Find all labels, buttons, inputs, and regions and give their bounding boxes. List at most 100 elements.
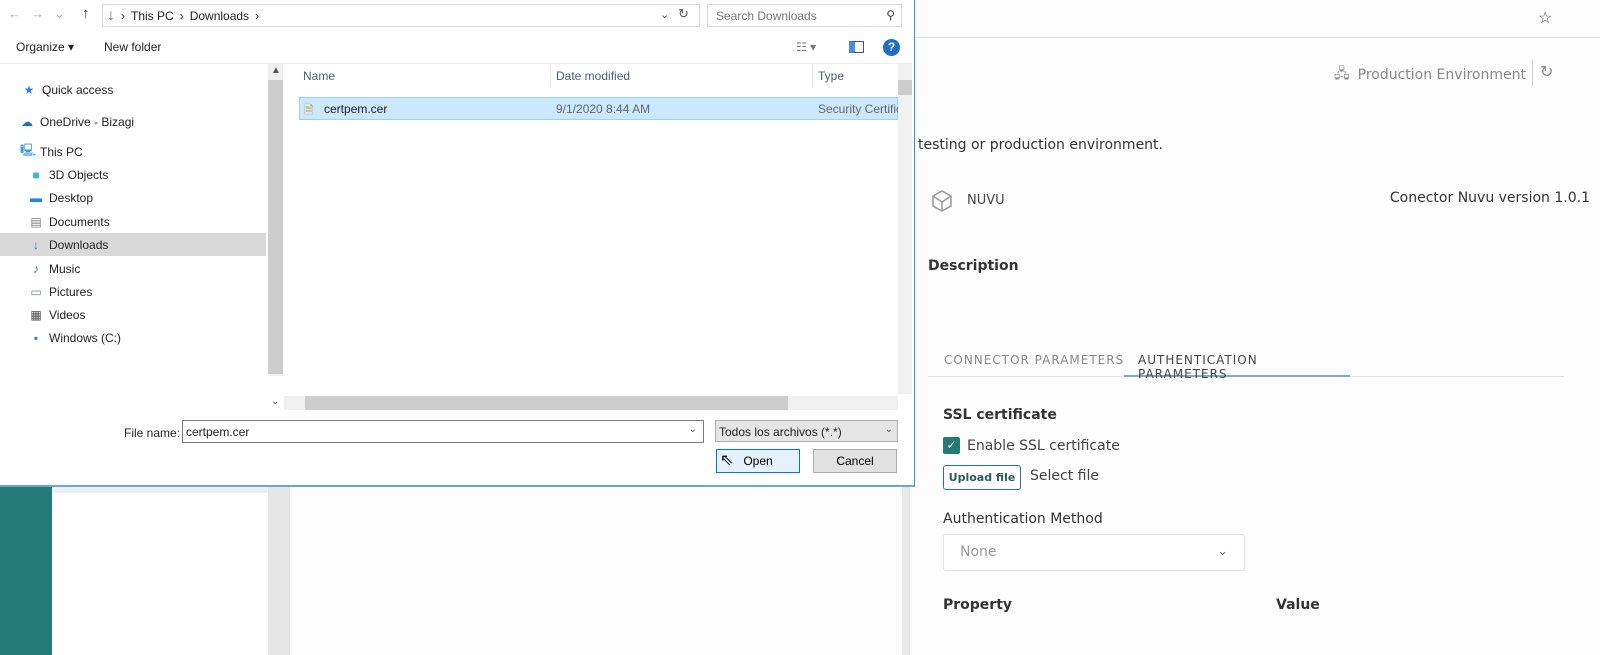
nav-label: Quick access	[42, 82, 114, 97]
nav-label: This PC	[40, 144, 83, 159]
star-icon: ★	[23, 82, 35, 97]
connector-logo-icon	[930, 189, 954, 216]
nav-pictures[interactable]: ▭ Pictures	[0, 280, 266, 303]
search-icon: ⚲	[886, 8, 895, 22]
help-icon[interactable]: ?	[883, 39, 900, 56]
vscrollbar-thumb[interactable]	[898, 80, 912, 95]
upload-file-button[interactable]: Upload file	[943, 465, 1021, 490]
video-icon: ▦	[30, 307, 42, 322]
column-name[interactable]: Name	[298, 69, 335, 83]
download-icon: ↓	[107, 6, 115, 24]
search-placeholder: Search Downloads	[716, 9, 817, 23]
app-sidebar	[0, 487, 52, 655]
chevron-down-icon: ⌄	[884, 424, 893, 435]
cancel-button[interactable]: Cancel	[813, 449, 897, 473]
header-divider	[910, 37, 1600, 38]
environment-indicator[interactable]: 🖧 Production Environment	[1334, 63, 1526, 87]
new-folder-button[interactable]: New folder	[104, 40, 161, 54]
auth-method-value: None	[960, 544, 997, 560]
nav-music[interactable]: ♪ Music	[0, 257, 266, 280]
column-date-modified[interactable]: Date modified	[551, 69, 630, 83]
nav-label: Documents	[49, 214, 110, 229]
file-row[interactable]: 🗎 certpem.cer 9/1/2020 8:44 AM Security …	[299, 97, 902, 120]
hscrollbar-thumb[interactable]	[305, 396, 788, 410]
breadcrumb-downloads[interactable]: Downloads	[190, 9, 249, 23]
file-name-input[interactable]: certpem.cer ⌄	[182, 420, 704, 443]
tab-connector-parameters[interactable]: CONNECTOR PARAMETERS	[944, 353, 1124, 367]
file-type-select[interactable]: Todos los archivos (*.*) ⌄	[715, 420, 898, 442]
up-arrow-icon[interactable]: ↑	[82, 5, 90, 22]
file-date: 9/1/2020 8:44 AM	[556, 102, 651, 116]
environment-label: Production Environment	[1357, 67, 1526, 83]
back-forward-buttons[interactable]: ←→⌄	[8, 6, 75, 22]
music-icon: ♪	[33, 261, 39, 276]
organize-button[interactable]: Organize ▾	[16, 40, 74, 54]
file-list-header: Name Date modified Type	[298, 64, 898, 88]
column-type[interactable]: Type	[813, 69, 844, 83]
selected-file-text: Select file	[1030, 468, 1099, 484]
chevron-right-icon: ›	[179, 8, 184, 23]
chevron-right-icon: ›	[121, 8, 125, 23]
property-header: Property	[943, 597, 1013, 613]
nav-3d-objects[interactable]: ■ 3D Objects	[0, 163, 266, 186]
chevron-right-icon: ›	[255, 8, 260, 23]
nav-desktop[interactable]: ▬ Desktop	[0, 186, 266, 209]
enable-ssl-checkbox[interactable]: ✓	[943, 437, 960, 454]
search-input[interactable]: Search Downloads ⚲	[707, 4, 902, 27]
value-header: Value	[1276, 597, 1320, 613]
nav-label: Desktop	[49, 190, 94, 205]
chevron-down-icon: ⌄	[1217, 543, 1228, 558]
nav-label: Windows (C:)	[49, 330, 122, 345]
ssl-heading: SSL certificate	[943, 407, 1057, 423]
nav-quick-access[interactable]: ★ Quick access	[0, 78, 266, 101]
auth-method-select[interactable]: None ⌄	[943, 534, 1245, 571]
nav-label: OneDrive - Bizagi	[40, 114, 135, 129]
app-left-scrollbar[interactable]	[268, 487, 290, 655]
nav-label: Pictures	[49, 284, 93, 299]
computer-icon: 🖳	[20, 143, 37, 157]
connector-version: Conector Nuvu version 1.0.1	[1389, 190, 1590, 206]
refresh-icon[interactable]: ↻	[678, 6, 689, 22]
file-type-value: Todos los archivos (*.*)	[719, 425, 842, 439]
star-icon[interactable]: ☆	[1538, 8, 1552, 28]
nav-this-pc[interactable]: 🖳 This PC	[0, 140, 266, 163]
refresh-icon[interactable]: ↻	[1540, 62, 1553, 82]
preview-pane-icon[interactable]	[849, 41, 864, 53]
divider	[1532, 60, 1533, 86]
breadcrumb-this-pc[interactable]: This PC	[131, 9, 174, 23]
file-name-label: File name:	[124, 426, 181, 440]
navigation-pane: ★ Quick access ☁ OneDrive - Bizagi 🖳 This P…	[0, 64, 266, 394]
desktop-icon: ▬	[30, 190, 42, 205]
enable-ssl-label[interactable]: Enable SSL certificate	[967, 438, 1120, 454]
drive-icon: ▪	[33, 330, 39, 345]
cube-icon: ■	[32, 167, 40, 182]
file-name: certpem.cer	[324, 102, 388, 116]
address-bar[interactable]: ↓ › This PC › Downloads ›	[102, 4, 700, 27]
file-type: Security Certific	[818, 102, 903, 116]
nav-windows-c[interactable]: ▪ Windows (C:)	[0, 326, 266, 349]
open-file-dialog: ←→⌄ ↑ ↓ › This PC › Downloads › ⌄ ↻ Sear…	[0, 0, 915, 487]
certificate-icon: 🗎	[304, 103, 314, 117]
chevron-down-icon[interactable]: ⌄	[689, 424, 697, 435]
nav-videos[interactable]: ▦ Videos	[0, 303, 266, 326]
file-list-vscrollbar[interactable]	[898, 64, 912, 394]
tab-authentication-parameters[interactable]: AUTHENTICATION PARAMETERS	[1124, 353, 1350, 381]
auth-method-label: Authentication Method	[943, 511, 1103, 527]
nav-scrollbar-thumb[interactable]	[268, 80, 283, 374]
page-description: testing or production environment.	[918, 137, 1163, 153]
nav-onedrive[interactable]: ☁ OneDrive - Bizagi	[0, 110, 266, 133]
chevron-down-icon[interactable]: ⌄	[660, 8, 669, 21]
nav-documents[interactable]: ▤ Documents	[0, 210, 266, 233]
scroll-down-icon[interactable]: ⌄	[271, 396, 279, 407]
nav-label: Downloads	[49, 237, 109, 252]
nav-downloads[interactable]: ↓ Downloads	[0, 233, 266, 256]
nav-label: Videos	[49, 307, 86, 322]
mouse-cursor-icon: ⇖	[720, 452, 734, 469]
scroll-up-icon[interactable]: ▲	[271, 65, 281, 76]
picture-icon: ▭	[30, 284, 42, 299]
parameter-tabs: CONNECTOR PARAMETERS AUTHENTICATION PARA…	[928, 345, 1564, 381]
file-name-value: certpem.cer	[186, 425, 250, 439]
nav-label: Music	[49, 261, 81, 276]
view-options-icon[interactable]: ☷ ▾	[796, 40, 816, 54]
download-icon: ↓	[33, 237, 39, 252]
